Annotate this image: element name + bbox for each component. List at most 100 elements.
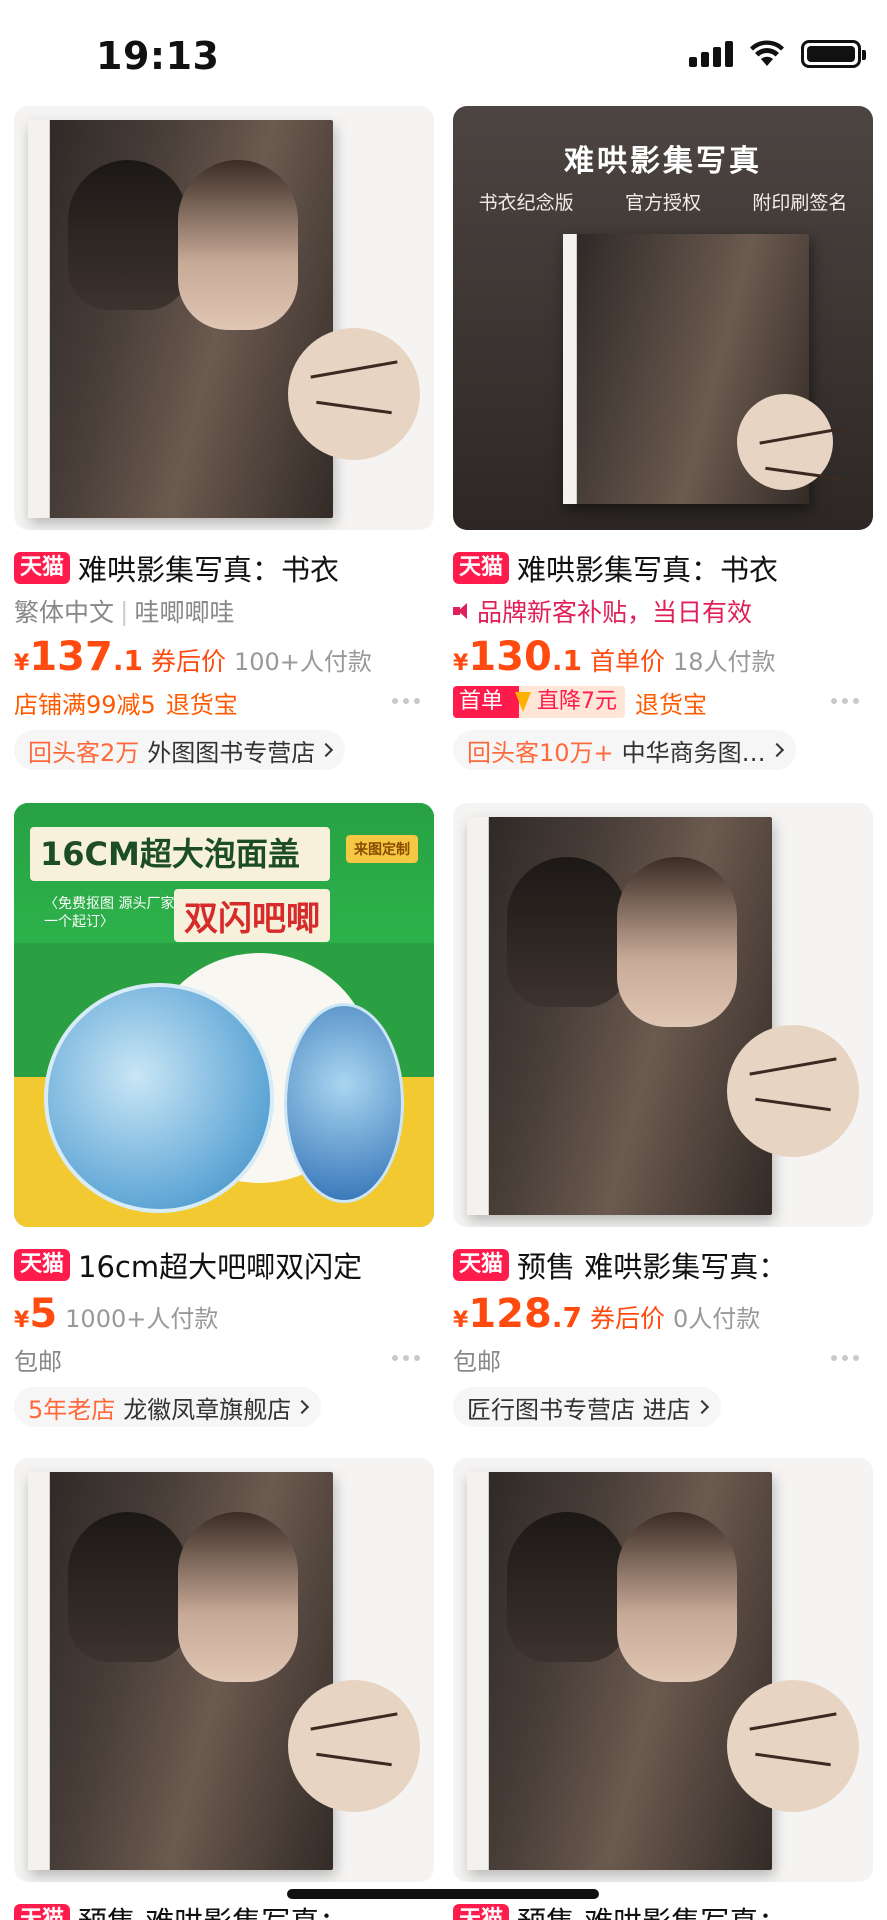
first-order-tag: 首单 直降7元 [453,686,626,718]
more-options-icon[interactable] [392,698,420,704]
new-customer-promo: 品牌新客补贴，当日有效 [453,594,873,628]
shop-tag: 回头客2万 [28,738,140,767]
image-headline: 16CM超大泡面盖 [30,827,330,881]
chevron-right-icon [694,1399,709,1415]
product-title: 预售 难哄影集写真： [517,1250,788,1284]
tmall-badge: 天猫 [14,552,71,584]
speaker-icon [453,602,471,620]
product-title: 难哄影集写真：书衣 [517,553,779,587]
product-image[interactable]: 难哄影集写真 书衣纪念版 官方授权 附印刷签名 [453,106,873,530]
price-label: 首单价 [589,647,665,676]
product-image[interactable] [14,1458,434,1882]
price-row: ¥128.7 券后价 0人付款 [453,1291,873,1337]
tmall-badge: 天猫 [453,552,510,584]
shop-name: 匠行图书专营店 进店 [467,1395,691,1424]
product-title-row[interactable]: 天猫 16cm超大吧唧双闪定 [14,1245,434,1285]
price: ¥128.7 [453,1291,582,1337]
free-shipping: 包邮 [453,1347,501,1376]
wifi-icon [750,40,784,66]
product-title: 16cm超大吧唧双闪定 [78,1250,363,1284]
shop-link[interactable]: 回头客2万 外图图书专营店 [14,730,346,770]
product-title: 预售 难哄影集写真： [517,1900,787,1920]
tmall-badge: 天猫 [453,1249,510,1281]
tmall-badge: 天猫 [453,1904,510,1920]
product-title: 难哄影集写真：书衣 [78,553,340,587]
shop-link[interactable]: 匠行图书专营店 进店 [453,1387,721,1427]
shop-name: 中华商务图… [621,738,766,767]
free-shipping: 包邮 [14,1347,62,1376]
chevron-right-icon [295,1399,310,1415]
price-label: 券后价 [589,1304,665,1333]
book-cover-image [28,1472,333,1870]
home-indicator[interactable] [287,1889,599,1899]
status-bar: 19:13 [0,0,887,110]
signature-sticker [737,394,833,490]
product-title-row[interactable]: 天猫 难哄影集写真：书衣 [453,548,873,588]
more-options-icon[interactable] [392,1355,420,1361]
image-title: 难哄影集写真 [564,144,762,179]
image-big-text: 双闪吧唧 [174,889,330,942]
attribute-publisher: 哇唧唧哇 [134,598,235,627]
more-options-icon[interactable] [831,698,859,704]
signature-sticker [288,1680,420,1812]
image-tag: 来图定制 [346,835,418,863]
price: ¥130.1 [453,634,582,680]
promo-row: 包邮 [453,1339,873,1379]
product-image[interactable] [453,803,873,1227]
promo-row: 首单 直降7元 退货宝 [453,682,873,722]
product-card[interactable]: 16CM超大泡面盖 来图定制 〈免费抠图 源头厂家 一个起订〉 双闪吧唧 天猫 … [14,803,434,1427]
paid-count: 18人付款 [672,648,776,676]
product-image[interactable]: 16CM超大泡面盖 来图定制 〈免费抠图 源头厂家 一个起订〉 双闪吧唧 [14,803,434,1227]
book-cover-image [28,120,333,518]
paid-count: 100+人付款 [233,648,372,676]
store-discount: 店铺满99减5 [14,690,156,719]
status-icons [689,40,866,68]
promo-row: 店铺满99减5 退货宝 [14,682,434,722]
price-row: ¥130.1 首单价 18人付款 [453,634,873,680]
product-card[interactable]: 难哄影集写真 书衣纪念版 官方授权 附印刷签名 天猫 难哄影集写真：书衣 品牌新… [453,106,873,770]
image-subtitles: 书衣纪念版 官方授权 附印刷签名 [478,192,848,214]
product-card[interactable]: 天猫 预售 难哄影集写真： [453,1458,873,1920]
return-insurance: 退货宝 [165,690,238,719]
price: ¥137.1 [14,634,143,680]
book-cover-image [467,817,772,1215]
product-card[interactable]: 天猫 难哄影集写真：书衣 繁体中文 | 哇唧唧哇 ¥137.1 券后价 100+… [14,106,434,770]
shop-name: 外图图书专营店 [147,738,316,767]
lightning-icon [509,686,532,718]
product-card[interactable]: 天猫 预售 难哄影集写真： [14,1458,434,1920]
more-options-icon[interactable] [831,1355,859,1361]
product-title-row[interactable]: 天猫 预售 难哄影集写真： [453,1245,873,1285]
product-title-row[interactable]: 天猫 难哄影集写真：书衣 [14,548,434,588]
return-insurance: 退货宝 [635,690,708,719]
product-image[interactable] [14,106,434,530]
book-cover-image [467,1472,772,1870]
battery-icon [801,40,866,68]
cellular-signal-icon [689,41,733,67]
shop-name: 龙徽凤章旗舰店 [123,1395,292,1424]
signature-sticker [288,328,420,460]
price-label: 券后价 [150,647,226,676]
shop-tag: 回头客10万+ [467,738,614,767]
product-attributes: 繁体中文 | 哇唧唧哇 [14,594,434,628]
promo-row: 包邮 [14,1339,434,1379]
paid-count: 1000+人付款 [65,1305,219,1333]
product-card[interactable]: 天猫 预售 难哄影集写真： ¥128.7 券后价 0人付款 包邮 匠行图书专营店… [453,803,873,1427]
shop-link[interactable]: 5年老店 龙徽凤章旗舰店 [14,1387,322,1427]
badge-pin-image [284,1003,404,1203]
signature-sticker [727,1680,859,1812]
chevron-right-icon [769,742,784,758]
product-image[interactable] [453,1458,873,1882]
paid-count: 0人付款 [672,1305,761,1333]
tmall-badge: 天猫 [14,1249,71,1281]
attribute-separator: | [120,596,129,626]
signature-sticker [727,1025,859,1157]
status-time: 19:13 [96,34,220,78]
price: ¥5 [14,1291,58,1337]
attribute-language: 繁体中文 [14,598,115,627]
image-subtext: 〈免费抠图 源头厂家 一个起订〉 [44,896,175,930]
price-row: ¥5 1000+人付款 [14,1291,434,1337]
shop-link[interactable]: 回头客10万+ 中华商务图… [453,730,796,770]
product-title-row[interactable]: 天猫 预售 难哄影集写真： [453,1900,873,1920]
product-title-row[interactable]: 天猫 预售 难哄影集写真： [14,1900,434,1920]
shop-tag: 5年老店 [28,1395,116,1424]
